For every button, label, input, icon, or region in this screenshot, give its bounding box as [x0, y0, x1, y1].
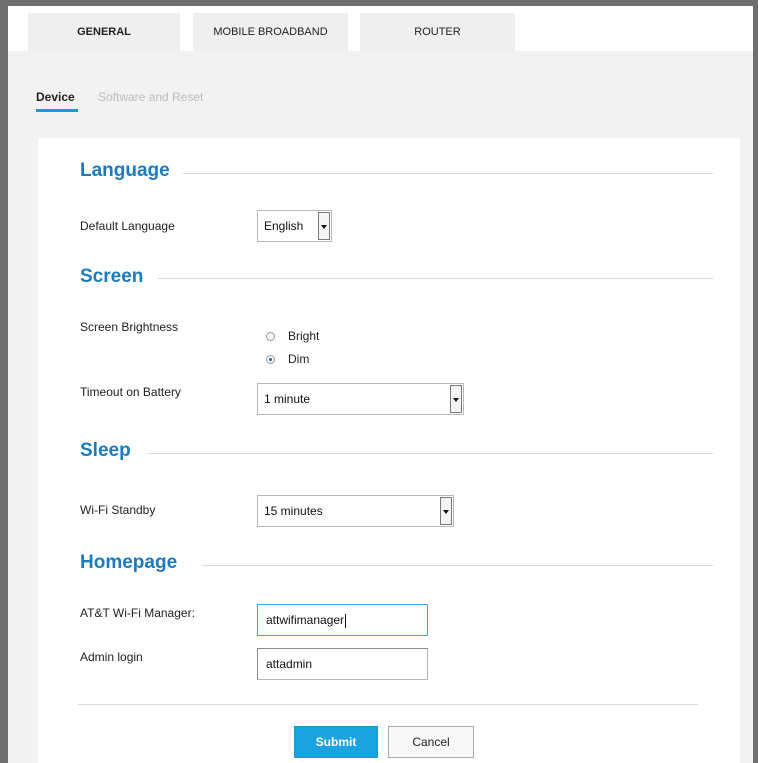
- cancel-button-label: Cancel: [412, 735, 450, 749]
- tab-router-label: ROUTER: [414, 26, 461, 38]
- section-divider: [183, 173, 713, 174]
- section-title-screen: Screen: [80, 266, 150, 288]
- chevron-down-icon: [440, 497, 452, 525]
- subtab-active-indicator: [36, 109, 78, 112]
- wifi-manager-value: attwifimanager: [266, 613, 345, 627]
- default-language-label: Default Language: [80, 219, 175, 233]
- section-title-language: Language: [80, 160, 176, 182]
- tab-mobile-broadband[interactable]: MOBILE BROADBAND: [193, 13, 348, 51]
- form-divider: [78, 704, 698, 705]
- admin-login-label: Admin login: [80, 650, 143, 664]
- cancel-button[interactable]: Cancel: [388, 726, 474, 758]
- brightness-bright-radio[interactable]: [266, 332, 275, 341]
- timeout-on-battery-select[interactable]: 1 minute: [257, 383, 464, 415]
- window-frame-right: [753, 0, 758, 763]
- settings-page: GENERAL MOBILE BROADBAND ROUTER Device S…: [8, 6, 753, 763]
- wifi-standby-label: Wi-Fi Standby: [80, 503, 156, 517]
- subtab-software-and-reset[interactable]: Software and Reset: [98, 90, 203, 104]
- brightness-dim-label: Dim: [288, 352, 310, 366]
- submit-button-label: Submit: [315, 735, 357, 749]
- timeout-on-battery-value: 1 minute: [264, 392, 311, 406]
- submit-button[interactable]: Submit: [294, 726, 378, 758]
- wifi-standby-select[interactable]: 15 minutes: [257, 495, 454, 527]
- section-title-homepage: Homepage: [80, 552, 184, 574]
- section-divider: [158, 278, 713, 279]
- window-frame-left: [0, 0, 8, 763]
- chevron-down-icon: [318, 212, 330, 240]
- wifi-standby-value: 15 minutes: [264, 504, 323, 518]
- timeout-on-battery-label: Timeout on Battery: [80, 385, 181, 399]
- section-divider: [203, 565, 713, 566]
- tab-general[interactable]: GENERAL: [28, 13, 180, 51]
- brightness-bright-label: Bright: [288, 329, 320, 343]
- admin-login-input[interactable]: attadmin: [257, 648, 428, 680]
- wifi-manager-input[interactable]: attwifimanager: [257, 604, 428, 636]
- text-caret: [345, 613, 347, 628]
- tab-mobile-broadband-label: MOBILE BROADBAND: [213, 26, 328, 38]
- subtab-device[interactable]: Device: [36, 90, 75, 104]
- admin-login-value: attadmin: [266, 657, 313, 671]
- chevron-down-icon: [450, 385, 462, 413]
- tab-router[interactable]: ROUTER: [360, 13, 515, 51]
- tab-general-label: GENERAL: [77, 26, 131, 38]
- top-tab-bar: GENERAL MOBILE BROADBAND ROUTER: [8, 6, 753, 51]
- screen-brightness-label: Screen Brightness: [80, 320, 179, 334]
- settings-panel: Language Default Language English Screen…: [38, 138, 740, 763]
- default-language-select[interactable]: English: [257, 210, 332, 242]
- section-divider: [148, 453, 713, 454]
- section-title-sleep: Sleep: [80, 440, 137, 462]
- default-language-value: English: [264, 219, 304, 233]
- wifi-manager-label: AT&T Wi-Fi Manager:: [80, 606, 195, 620]
- brightness-dim-radio[interactable]: [266, 355, 275, 364]
